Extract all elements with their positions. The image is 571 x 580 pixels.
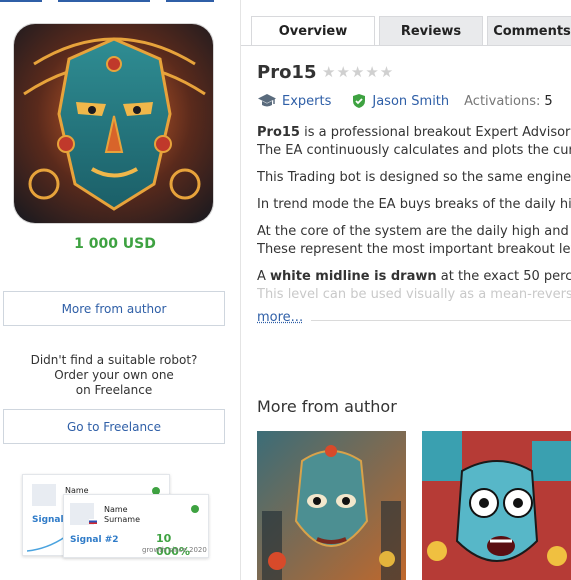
verified-icon [191,505,199,513]
product-description: Pro15 is a professional breakout Expert … [257,124,571,313]
freelance-prompt: Didn't find a suitable robot? Order your… [0,353,228,398]
signal-growth: 10 000% [156,532,208,558]
product-image [13,23,214,224]
description-bold: Pro15 [257,125,300,140]
more-from-author-title: More from author [257,397,397,416]
graduation-cap-icon [257,93,277,109]
tab-label: Overview [279,24,348,39]
shield-check-icon [351,93,367,109]
activations-value: 5 [544,94,552,109]
tab-overview[interactable]: Overview [251,16,375,46]
rating-stars: ★★★★★ [322,63,394,81]
freelance-prompt-line: Order your own one [0,368,228,383]
description-text: The EA continuously calculates and plots… [257,142,571,160]
signal-label: Signal #2 [70,535,119,545]
flag-icon [89,519,97,524]
signal-surname: Surname [104,515,140,525]
activations-label: Activations: [464,94,540,109]
more-from-author-label: More from author [62,302,167,316]
description-text: In trend mode the EA buys breaks of the … [257,196,571,214]
description-text-faded: This level can be used visually as a mea… [257,286,571,304]
author-link[interactable]: Jason Smith [372,94,449,109]
author-product-thumbnail[interactable] [257,431,406,580]
author-product-thumbnail[interactable] [422,431,571,580]
product-price: 1 000 USD [0,236,230,252]
signal-growth-curve-icon [27,533,67,553]
description-text: At the core of the system are the daily … [257,223,571,241]
description-text: A [257,269,270,284]
tab-bar: Overview Reviews Comments [251,16,571,46]
description-divider [311,320,571,321]
description-text: is a professional breakout Expert Adviso… [300,125,571,140]
product-title: Pro15 [257,62,316,83]
freelance-prompt-line: on Freelance [0,383,228,398]
signal-card-front: Name Surname Signal #2 10 000% growth si… [63,494,209,558]
tab-label: Reviews [401,24,461,39]
signal-avatar [32,484,56,506]
tab-reviews[interactable]: Reviews [379,16,483,46]
description-more-link[interactable]: more... [257,310,303,325]
description-text: at the exact 50 percent [437,269,571,284]
go-to-freelance-label: Go to Freelance [67,420,161,434]
more-from-author-button[interactable]: More from author [3,291,225,326]
description-text: This Trading bot is designed so the same… [257,169,571,187]
description-text: These represent the most important break… [257,241,571,259]
signals-promo[interactable]: Name Signal # Name Surname Signal #2 10 … [22,474,212,560]
sidebar: 1 000 USD More from author Didn't find a… [0,0,241,580]
category-link[interactable]: Experts [282,94,331,109]
signal-name: Name [104,505,128,515]
tab-divider [241,45,571,46]
tab-comments[interactable]: Comments [487,16,571,46]
freelance-prompt-line: Didn't find a suitable robot? [0,353,228,368]
signal-growth-caption: growth since 2020 [142,546,207,554]
product-meta: Experts Jason Smith Activations: 5 [257,92,553,110]
tab-label: Comments [493,24,571,39]
go-to-freelance-button[interactable]: Go to Freelance [3,409,225,444]
description-bold: white midline is drawn [270,269,437,284]
